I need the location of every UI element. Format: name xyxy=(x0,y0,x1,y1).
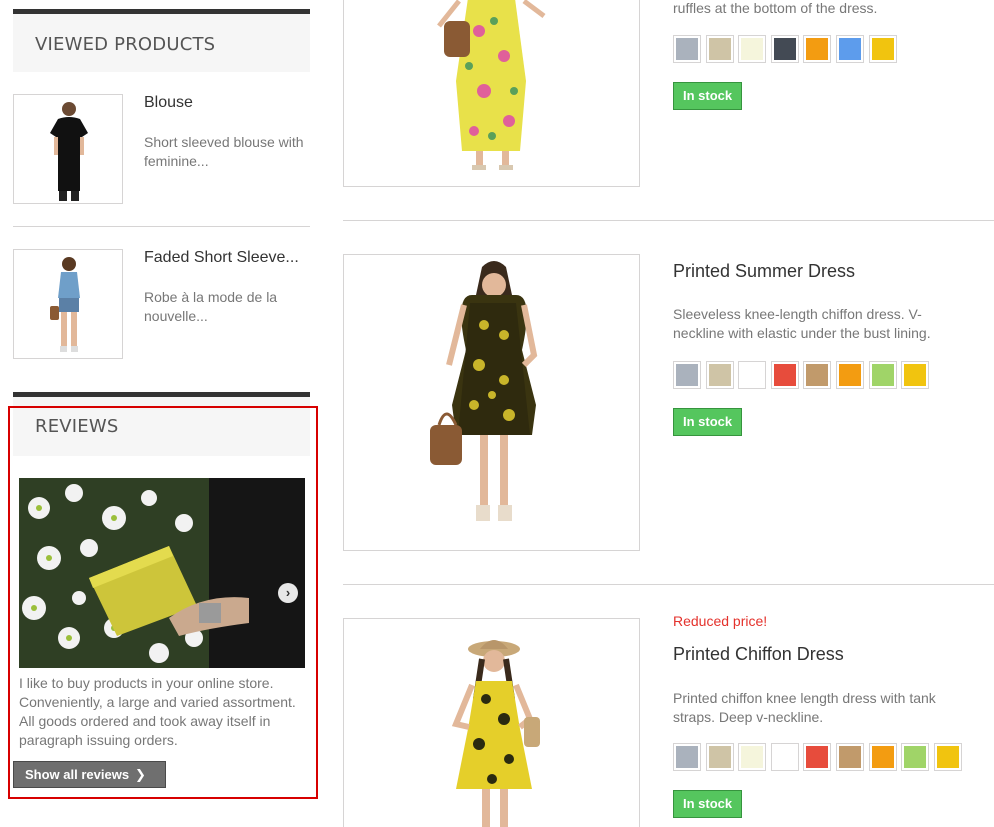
product-name[interactable]: Printed Summer Dress xyxy=(673,261,855,282)
product-description: Sleeveless knee-length chiffon dress. V-… xyxy=(673,306,931,341)
reviews-title: REVIEWS xyxy=(35,416,119,437)
color-swatch[interactable] xyxy=(803,743,832,771)
product-image-printed-summer-dress[interactable] xyxy=(343,254,640,551)
color-swatches xyxy=(673,361,934,389)
color-swatches xyxy=(673,35,901,63)
reviews-header: REVIEWS xyxy=(13,392,310,456)
color-swatch[interactable] xyxy=(673,361,701,389)
color-swatch[interactable] xyxy=(705,361,734,389)
divider xyxy=(343,220,994,221)
chevron-right-circle-icon[interactable]: › xyxy=(278,583,298,603)
color-swatch[interactable] xyxy=(803,361,832,389)
color-swatch[interactable] xyxy=(901,743,930,771)
in-stock-badge: In stock xyxy=(673,790,743,818)
in-stock-badge: In stock xyxy=(673,82,743,110)
color-swatches xyxy=(673,743,966,771)
review-photo xyxy=(19,478,305,668)
color-swatch[interactable] xyxy=(835,743,864,771)
viewed-products-title: VIEWED PRODUCTS xyxy=(35,34,216,55)
color-swatch[interactable] xyxy=(705,35,734,63)
chevron-right-icon: ❯ xyxy=(135,767,146,782)
show-all-reviews-button[interactable]: Show all reviews ❯ xyxy=(13,761,166,788)
color-swatch[interactable] xyxy=(738,35,767,63)
color-swatch[interactable] xyxy=(673,35,701,63)
color-swatch[interactable] xyxy=(705,743,734,771)
color-swatch[interactable] xyxy=(868,35,897,63)
blouse-image xyxy=(50,102,88,201)
color-swatch[interactable] xyxy=(835,35,864,63)
color-swatch[interactable] xyxy=(803,35,832,63)
color-swatch[interactable] xyxy=(770,35,799,63)
review-text: I like to buy products in your online st… xyxy=(19,675,296,748)
product-thumbnail[interactable] xyxy=(13,94,123,204)
product-thumbnail[interactable] xyxy=(13,249,123,359)
reduced-price-label: Reduced price! xyxy=(673,613,768,629)
faded-tshirt-image xyxy=(50,257,80,352)
viewed-product-name[interactable]: Faded Short Sleeve... xyxy=(144,249,299,267)
viewed-product-name[interactable]: Blouse xyxy=(144,94,193,112)
viewed-products-header: VIEWED PRODUCTS xyxy=(13,9,310,72)
viewed-product-description: Robe à la mode de la nouvelle... xyxy=(144,289,278,324)
product-image-floral-dress[interactable] xyxy=(343,0,640,187)
viewed-product-item: Faded Short Sleeve... Robe à la mode de … xyxy=(13,249,310,359)
floral-dress-image xyxy=(437,0,546,170)
color-swatch[interactable] xyxy=(868,361,897,389)
product-description: Printed chiffon knee length dress with t… xyxy=(673,690,936,725)
product-image-printed-chiffon-dress[interactable] xyxy=(343,618,640,827)
product-name[interactable]: Printed Chiffon Dress xyxy=(673,644,844,665)
color-swatch[interactable] xyxy=(901,361,930,389)
printed-summer-dress-image xyxy=(430,261,538,521)
color-swatch[interactable] xyxy=(738,361,767,389)
color-swatch[interactable] xyxy=(770,361,799,389)
product-description: ruffles at the bottom of the dress. xyxy=(673,0,878,16)
divider xyxy=(343,584,994,585)
show-all-reviews-label: Show all reviews xyxy=(25,767,130,782)
color-swatch[interactable] xyxy=(835,361,864,389)
color-swatch[interactable] xyxy=(738,743,767,771)
flowers-clutch-image xyxy=(19,478,305,668)
viewed-product-description: Short sleeved blouse with feminine... xyxy=(144,134,304,169)
color-swatch[interactable] xyxy=(933,743,962,771)
color-swatch[interactable] xyxy=(770,743,799,771)
printed-chiffon-dress-image xyxy=(451,640,540,827)
divider xyxy=(13,226,310,227)
color-swatch[interactable] xyxy=(868,743,897,771)
color-swatch[interactable] xyxy=(673,743,701,771)
in-stock-badge: In stock xyxy=(673,408,743,436)
viewed-product-item: Blouse Short sleeved blouse with feminin… xyxy=(13,94,310,204)
